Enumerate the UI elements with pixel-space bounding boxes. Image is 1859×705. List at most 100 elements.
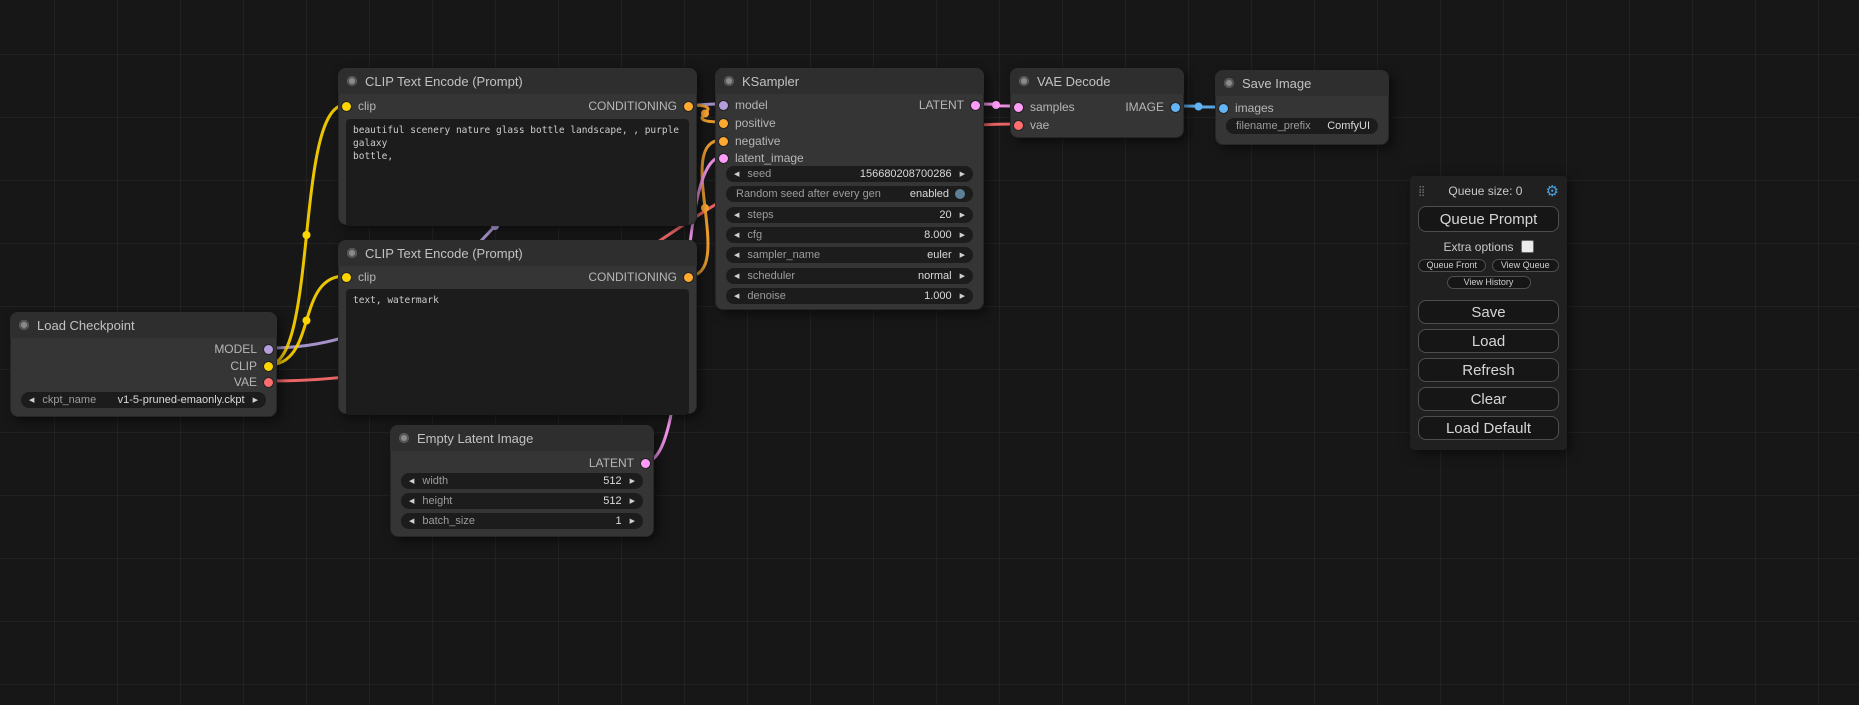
view-history-button[interactable]: View History [1447,276,1531,289]
input-dot-negative[interactable] [719,137,728,146]
node-title-bar[interactable]: Load Checkpoint [10,312,277,338]
increment-arrow-icon[interactable]: ▶ [960,232,965,239]
workflow-buttons: Save Load Refresh Clear Load Default [1418,300,1559,440]
widget-label: steps [747,209,773,221]
settings-gear-icon[interactable]: ⚙ [1546,184,1559,199]
queue-prompt-button[interactable]: Queue Prompt [1418,206,1559,232]
output-dot-LATENT[interactable] [641,459,650,468]
input-dot-latent_image[interactable] [719,154,728,163]
node-graph-canvas[interactable]: Load CheckpointMODELCLIPVAE◀ckpt_namev1-… [0,0,1859,705]
increment-arrow-icon[interactable]: ▶ [253,397,258,404]
collapse-dot-icon[interactable] [1019,76,1029,86]
output-dot-VAE[interactable] [264,378,273,387]
decrement-arrow-icon[interactable]: ◀ [734,232,739,239]
node-clip-text-encode-positive[interactable]: CLIP Text Encode (Prompt)clipCONDITIONIN… [338,68,697,225]
output-label: CONDITIONING [588,99,677,113]
clear-button[interactable]: Clear [1418,387,1559,411]
widget-value: 8.000 [924,229,952,241]
widget-height[interactable]: ◀height512▶ [401,493,643,509]
output-dot-IMAGE[interactable] [1171,103,1180,112]
widget-scheduler[interactable]: ◀schedulernormal▶ [726,268,973,284]
input-dot-images[interactable] [1219,104,1228,113]
decrement-arrow-icon[interactable]: ◀ [734,171,739,178]
increment-arrow-icon[interactable]: ▶ [960,273,965,280]
node-load-checkpoint[interactable]: Load CheckpointMODELCLIPVAE◀ckpt_namev1-… [10,312,277,417]
widget-steps[interactable]: ◀steps20▶ [726,207,973,223]
output-slot-CONDITIONING: CONDITIONING [339,98,696,114]
toggle-dot[interactable] [955,189,965,199]
collapse-dot-icon[interactable] [1224,78,1234,88]
node-empty-latent-image[interactable]: Empty Latent ImageLATENT◀width512▶◀heigh… [390,425,654,537]
decrement-arrow-icon[interactable]: ◀ [409,498,414,505]
collapse-dot-icon[interactable] [347,76,357,86]
decrement-arrow-icon[interactable]: ◀ [734,212,739,219]
output-dot-LATENT[interactable] [971,101,980,110]
collapse-dot-icon[interactable] [399,433,409,443]
output-dot-CLIP[interactable] [264,362,273,371]
prompt-textarea[interactable]: beautiful scenery nature glass bottle la… [346,119,689,226]
increment-arrow-icon[interactable]: ▶ [960,212,965,219]
collapse-dot-icon[interactable] [724,76,734,86]
widget-cfg[interactable]: ◀ cfg 8.000 ▶ [726,227,973,243]
widget-value: 512 [603,475,621,487]
output-dot-CONDITIONING[interactable] [684,273,693,282]
increment-arrow-icon[interactable]: ▶ [960,252,965,259]
input-dot-positive[interactable] [719,119,728,128]
decrement-arrow-icon[interactable]: ◀ [734,293,739,300]
increment-arrow-icon[interactable]: ▶ [630,498,635,505]
comfy-menu-panel: ⣿ Queue size: 0 ⚙ Queue Prompt Extra opt… [1410,176,1567,450]
load-default-button[interactable]: Load Default [1418,416,1559,440]
increment-arrow-icon[interactable]: ▶ [630,478,635,485]
collapse-dot-icon[interactable] [347,248,357,258]
input-dot-vae[interactable] [1014,121,1023,130]
decrement-arrow-icon[interactable]: ◀ [29,397,34,404]
node-title-bar[interactable]: VAE Decode [1010,68,1184,94]
widget-denoise[interactable]: ◀denoise1.000▶ [726,288,973,304]
widget-width[interactable]: ◀width512▶ [401,473,643,489]
output-slot-LATENT: LATENT [716,97,983,113]
widget-label: cfg [747,229,762,241]
extra-options-checkbox[interactable] [1521,240,1534,253]
nodes-layer: Load CheckpointMODELCLIPVAE◀ckpt_namev1-… [0,0,1859,705]
increment-arrow-icon[interactable]: ▶ [630,518,635,525]
node-title-text: VAE Decode [1037,74,1110,89]
collapse-dot-icon[interactable] [19,320,29,330]
node-title-bar[interactable]: Save Image [1215,70,1389,96]
prompt-textarea[interactable]: text, watermark [346,289,689,415]
output-dot-MODEL[interactable] [264,345,273,354]
widget-sampler-name[interactable]: ◀sampler_nameeuler▶ [726,247,973,263]
load-button[interactable]: Load [1418,329,1559,353]
view-queue-button[interactable]: View Queue [1492,259,1560,272]
widget-batch-size[interactable]: ◀batch_size1▶ [401,513,643,529]
node-vae-decode[interactable]: VAE DecodesamplesvaeIMAGE [1010,68,1184,138]
output-label: CONDITIONING [588,270,677,284]
node-title-bar[interactable]: CLIP Text Encode (Prompt) [338,240,697,266]
decrement-arrow-icon[interactable]: ◀ [409,518,414,525]
queue-front-button[interactable]: Queue Front [1418,259,1486,272]
widget-random-seed-after-every-gen[interactable]: Random seed after every genenabled [726,186,973,202]
output-dot-CONDITIONING[interactable] [684,102,693,111]
increment-arrow-icon[interactable]: ▶ [960,293,965,300]
widget-label: scheduler [747,270,795,282]
node-title-bar[interactable]: KSampler [715,68,984,94]
node-title-text: Empty Latent Image [417,431,533,446]
drag-handle-icon[interactable]: ⣿ [1418,186,1425,197]
decrement-arrow-icon[interactable]: ◀ [409,478,414,485]
widget-ckpt-name[interactable]: ◀ckpt_namev1-5-pruned-emaonly.ckpt▶ [21,392,266,408]
widget-seed[interactable]: ◀seed156680208700286▶ [726,166,973,182]
output-label: LATENT [919,98,964,112]
node-title-bar[interactable]: CLIP Text Encode (Prompt) [338,68,697,94]
output-label: CLIP [230,359,257,373]
refresh-button[interactable]: Refresh [1418,358,1559,382]
widget-filename-prefix[interactable]: filename_prefixComfyUI [1226,118,1378,134]
decrement-arrow-icon[interactable]: ◀ [734,252,739,259]
save-button[interactable]: Save [1418,300,1559,324]
increment-arrow-icon[interactable]: ▶ [960,171,965,178]
node-ksampler[interactable]: KSamplermodelpositivenegativelatent_imag… [715,68,984,310]
node-clip-text-encode-negative[interactable]: CLIP Text Encode (Prompt)clipCONDITIONIN… [338,240,697,414]
node-title-bar[interactable]: Empty Latent Image [390,425,654,451]
output-label: LATENT [589,456,634,470]
node-save-image[interactable]: Save Imageimagesfilename_prefixComfyUI [1215,70,1389,145]
decrement-arrow-icon[interactable]: ◀ [734,273,739,280]
widget-value: 156680208700286 [860,168,952,180]
